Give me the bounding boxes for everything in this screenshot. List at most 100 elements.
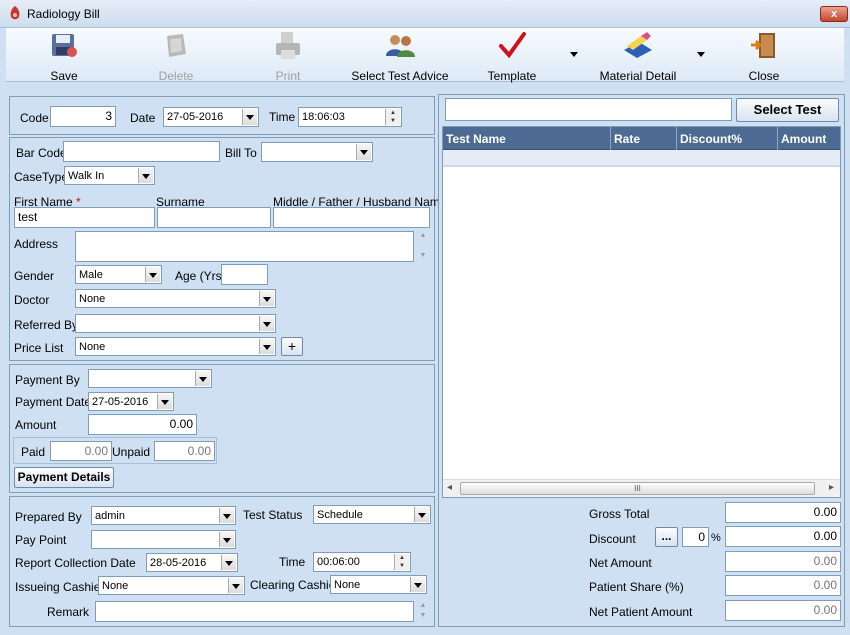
- gross-total-field[interactable]: 0.00: [725, 502, 841, 523]
- barcode-field[interactable]: [63, 141, 220, 162]
- tests-table-new-row[interactable]: [443, 150, 840, 167]
- material-dropdown-icon[interactable]: [697, 52, 705, 57]
- chevron-down-icon[interactable]: [221, 555, 236, 570]
- test-status-select[interactable]: Schedule: [313, 505, 431, 524]
- price-list-label: Price List: [14, 341, 64, 355]
- collection-time-label: Time: [279, 555, 306, 569]
- prepared-by-label: Prepared By: [15, 510, 82, 524]
- scroll-thumb[interactable]: III: [460, 482, 815, 495]
- template-dropdown-icon[interactable]: [570, 52, 578, 57]
- save-label: Save: [50, 69, 78, 83]
- payment-by-label: Payment By: [15, 373, 80, 387]
- template-button[interactable]: Template: [484, 30, 540, 83]
- remark-field[interactable]: [95, 601, 414, 622]
- casetype-select[interactable]: Walk In: [64, 166, 155, 185]
- clearing-cashier-label: Clearing Cashier: [250, 578, 340, 592]
- spinner-arrows-icon[interactable]: ▲ ▼: [394, 554, 409, 570]
- gender-label: Gender: [14, 269, 55, 283]
- patient-share-field[interactable]: 0.00: [725, 575, 841, 596]
- delete-button[interactable]: Delete: [154, 30, 198, 83]
- address-field[interactable]: [75, 231, 414, 262]
- payment-details-button[interactable]: Payment Details: [14, 467, 114, 488]
- date-picker[interactable]: 27-05-2016: [163, 107, 259, 127]
- chevron-down-icon[interactable]: [219, 508, 234, 523]
- collection-time-spinner[interactable]: 00:06:00 ▲ ▼: [313, 552, 411, 572]
- discount-amount-field[interactable]: 0.00: [725, 526, 841, 547]
- chevron-down-icon[interactable]: [157, 394, 172, 409]
- pay-point-label: Pay Point: [15, 533, 67, 547]
- unpaid-label: Unpaid: [112, 445, 151, 459]
- payment-date-picker[interactable]: 27-05-2016: [88, 392, 174, 411]
- chevron-down-icon[interactable]: [145, 267, 160, 282]
- column-discount[interactable]: Discount%: [677, 127, 778, 150]
- age-field[interactable]: [221, 264, 268, 285]
- unpaid-field[interactable]: 0.00: [154, 441, 215, 461]
- casetype-label: CaseType: [14, 170, 69, 184]
- chevron-down-icon[interactable]: [414, 507, 429, 522]
- tests-table-hscrollbar[interactable]: ◂ III ▸: [443, 479, 840, 497]
- chevron-down-icon[interactable]: [356, 144, 371, 160]
- window-close-button[interactable]: x: [820, 6, 848, 22]
- net-patient-amount-field[interactable]: 0.00: [725, 600, 841, 621]
- referred-by-select[interactable]: [75, 314, 276, 333]
- chevron-down-icon[interactable]: [259, 339, 274, 354]
- column-test-name[interactable]: Test Name: [443, 127, 611, 150]
- close-button[interactable]: Close: [742, 30, 786, 83]
- amount-field[interactable]: 0.00: [88, 414, 197, 435]
- scroll-left-icon[interactable]: ◂: [447, 482, 452, 493]
- doctor-value: None: [79, 293, 106, 305]
- test-search-input[interactable]: [445, 98, 732, 121]
- issuing-cashier-select[interactable]: None: [98, 576, 245, 595]
- doctor-select[interactable]: None: [75, 289, 276, 308]
- payment-date-label: Payment Date: [15, 395, 92, 409]
- chevron-down-icon[interactable]: [228, 578, 243, 593]
- surname-field[interactable]: [157, 207, 271, 228]
- test-status-value: Schedule: [317, 509, 363, 521]
- code-field[interactable]: 3: [50, 106, 116, 127]
- middle-name-field[interactable]: [273, 207, 430, 228]
- chevron-down-icon[interactable]: [219, 532, 234, 547]
- exit-door-icon: [751, 33, 775, 58]
- paid-field[interactable]: 0.00: [50, 441, 112, 461]
- print-label: Print: [275, 69, 301, 83]
- chevron-down-icon[interactable]: [242, 109, 257, 125]
- billto-select[interactable]: [261, 142, 373, 162]
- time-spinner[interactable]: 18:06:03 ▲ ▼: [298, 107, 402, 127]
- collection-date-label: Report Collection Date: [15, 556, 136, 570]
- chevron-down-icon[interactable]: [259, 291, 274, 306]
- discount-label: Discount: [589, 532, 636, 546]
- select-test-advice-button[interactable]: Select Test Advice: [350, 30, 450, 83]
- chevron-down-icon[interactable]: [195, 371, 210, 386]
- code-label: Code: [20, 111, 49, 125]
- address-scrollbar[interactable]: ▲ ▼: [416, 231, 430, 262]
- collection-date-value: 28-05-2016: [150, 557, 207, 569]
- price-list-select[interactable]: None: [75, 337, 276, 356]
- remark-scrollbar[interactable]: ▲ ▼: [416, 601, 430, 622]
- spinner-arrows-icon[interactable]: ▲ ▼: [385, 109, 400, 125]
- column-amount[interactable]: Amount: [778, 127, 840, 150]
- casetype-value: Walk In: [68, 170, 105, 182]
- scroll-right-icon[interactable]: ▸: [829, 482, 834, 493]
- column-rate[interactable]: Rate: [611, 127, 677, 150]
- discount-options-button[interactable]: ...: [655, 527, 678, 547]
- add-price-list-button[interactable]: +: [281, 337, 303, 356]
- clearing-cashier-value: None: [334, 579, 361, 591]
- discount-percent-field[interactable]: 0: [682, 527, 709, 547]
- gender-select[interactable]: Male: [75, 265, 162, 284]
- save-button[interactable]: Save: [42, 30, 86, 83]
- net-amount-field[interactable]: 0.00: [725, 551, 841, 572]
- prepared-by-select[interactable]: admin: [91, 506, 236, 525]
- chevron-down-icon[interactable]: [259, 316, 274, 331]
- chevron-down-icon[interactable]: [138, 168, 153, 183]
- material-detail-button[interactable]: Material Detail: [598, 30, 678, 83]
- payment-by-select[interactable]: [88, 369, 212, 388]
- pay-point-select[interactable]: [91, 530, 236, 549]
- collection-date-picker[interactable]: 28-05-2016: [146, 553, 238, 572]
- net-patient-amount-label: Net Patient Amount: [589, 605, 693, 619]
- paid-label: Paid: [21, 445, 46, 459]
- print-button[interactable]: Print: [266, 30, 310, 83]
- clearing-cashier-select[interactable]: None: [330, 575, 427, 594]
- chevron-down-icon[interactable]: [410, 577, 425, 592]
- select-test-button[interactable]: Select Test: [736, 98, 839, 122]
- firstname-field[interactable]: test: [14, 207, 155, 228]
